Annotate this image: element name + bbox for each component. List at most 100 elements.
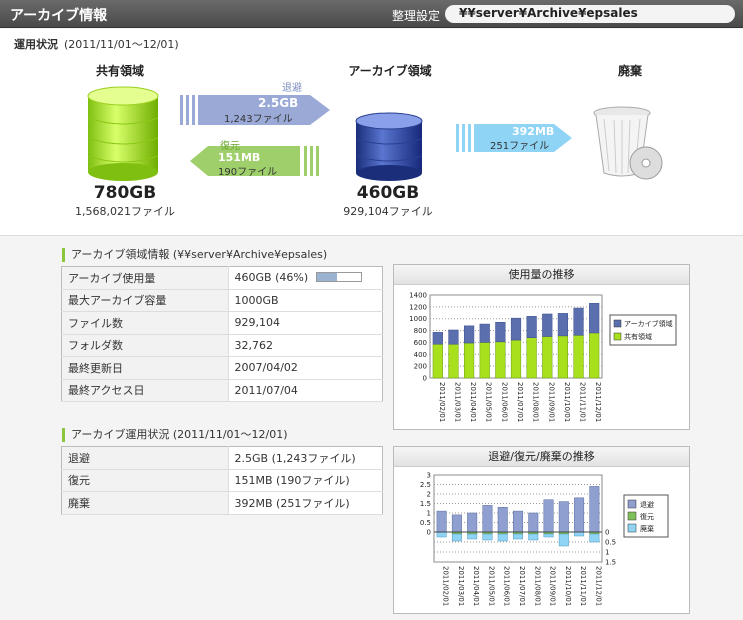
- bar-discard: [543, 533, 554, 538]
- bar-discard: [528, 533, 539, 541]
- bar-evacuate: [589, 486, 600, 533]
- row-key: 復元: [61, 469, 229, 492]
- usage-chart-title: 使用量の推移: [394, 265, 689, 285]
- bar-discard: [497, 533, 508, 542]
- table-row: 復元 151MB (190ファイル): [61, 469, 383, 492]
- row-key: フォルダ数: [61, 334, 229, 357]
- header-bar: アーカイブ情報 整理設定 ¥¥server¥Archive¥epsales: [0, 0, 743, 28]
- row-value: 929,104: [228, 311, 383, 335]
- trash-bin-icon: [593, 106, 663, 180]
- bar-archive: [589, 303, 600, 334]
- x-tick-label: 2011/05/01: [487, 566, 495, 606]
- row-value: 1000GB: [228, 289, 383, 312]
- table-row: 最終アクセス日 2011/07/04: [61, 379, 383, 402]
- bar-discard: [467, 533, 478, 540]
- row-key: アーカイブ使用量: [61, 266, 229, 290]
- usage-chart: 0 200 400 600 800 1000 1200 1400 2011/02/01 2011/…: [409, 292, 677, 422]
- bar-discard: [436, 531, 447, 538]
- status-period: (2011/11/01～12/01): [64, 38, 179, 51]
- x-tick-label: 2011/09/01: [547, 382, 555, 422]
- row-key: ファイル数: [61, 311, 229, 335]
- transfer-chart-title: 退避/復元/廃棄の推移: [394, 447, 689, 467]
- transfer-chart: 00.511.522.5300.511.52011/02/01 2011/03/0…: [420, 472, 669, 606]
- restore-label: 復元: [220, 141, 240, 152]
- legend-swatch-discard: [627, 523, 637, 533]
- row-key: 最終アクセス日: [61, 379, 229, 402]
- x-tick-label: 2011/10/01: [564, 566, 572, 606]
- bar-evacuate: [467, 512, 478, 533]
- bar-discard: [558, 533, 569, 547]
- bar-discard: [513, 533, 523, 540]
- x-tick-label: 2011/06/01: [500, 382, 508, 422]
- bar-archive: [463, 325, 475, 344]
- row-key: 廃棄: [61, 491, 229, 515]
- x-tick-label: 2011/02/01: [438, 382, 446, 422]
- y-tick-label-top: 2.5: [420, 481, 431, 489]
- row-value: 2011/07/04: [228, 379, 383, 402]
- y-tick-label-top: 2: [427, 491, 431, 499]
- bar-evacuate: [497, 507, 508, 533]
- bar-shared: [479, 342, 490, 379]
- x-tick-label: 2011/07/01: [516, 382, 524, 422]
- shared-disk-icon: [87, 86, 159, 181]
- legend-swatch-shared: [613, 332, 622, 341]
- bar-evacuate: [451, 514, 462, 533]
- bar-archive: [448, 329, 459, 345]
- disposal-title: 廃棄: [617, 64, 642, 78]
- table-row: ファイル数 929,104: [61, 311, 383, 335]
- y-tick-label-bottom: 0.5: [605, 539, 616, 547]
- y-tick-label-top: 1.5: [420, 500, 431, 508]
- bar-evacuate: [528, 512, 539, 533]
- bar-evacuate: [436, 510, 447, 533]
- usage-progress-bar: [316, 272, 363, 283]
- shared-size: 780GB: [93, 183, 157, 203]
- y-tick-label-top: 1: [427, 510, 431, 518]
- ops-info-table: 退避 2.5GB (1,243ファイル) 復元 151MB (190ファイル) 廃棄…: [61, 446, 383, 515]
- row-value: 392MB (251ファイル): [228, 491, 383, 515]
- y-tick-label: 1200: [409, 303, 427, 311]
- discard-files: 251ファイル: [490, 141, 550, 152]
- usage-progress-fill: [317, 273, 338, 282]
- archive-files: 929,104ファイル: [343, 205, 433, 218]
- archive-path-field[interactable]: ¥¥server¥Archive¥epsales: [445, 5, 735, 23]
- bar-shared: [432, 343, 443, 379]
- x-tick-label: 2011/04/01: [472, 566, 480, 606]
- x-tick-label: 2011/10/01: [563, 382, 571, 422]
- x-tick-label: 2011/09/01: [549, 566, 557, 606]
- row-value: 2007/04/02: [228, 356, 383, 380]
- bar-archive: [479, 323, 490, 343]
- bar-discard: [482, 533, 493, 541]
- archive-info-title: アーカイブ領域情報 (¥¥server¥Archive¥epsales): [62, 248, 327, 262]
- archive-size: 460GB: [356, 183, 420, 203]
- table-row: アーカイブ使用量 460GB (46%): [61, 266, 383, 290]
- legend-label-restore: 復元: [640, 512, 654, 521]
- x-tick-label: 2011/07/01: [518, 566, 526, 606]
- status-label: 運用状況: [14, 38, 58, 51]
- y-tick-label-top: 0: [427, 529, 431, 537]
- x-tick-label: 2011/06/01: [503, 566, 511, 606]
- y-tick-label-bottom: 1.5: [605, 559, 616, 567]
- legend-label-archive: アーカイブ領域: [624, 319, 673, 328]
- x-tick-label: 2011/12/01: [594, 382, 602, 422]
- bar-shared: [589, 332, 600, 379]
- x-tick-label: 2011/02/01: [442, 566, 450, 606]
- legend-label-evacuate: 退避: [640, 500, 654, 509]
- bar-shared: [573, 335, 584, 379]
- bar-shared: [557, 335, 569, 379]
- bar-evacuate: [482, 505, 493, 533]
- bar-archive: [542, 313, 553, 337]
- y-tick-label-top: 3: [427, 472, 431, 480]
- bar-shared: [463, 342, 475, 379]
- shared-files: 1,568,021ファイル: [75, 205, 175, 218]
- bar-shared: [526, 337, 537, 379]
- bar-shared: [542, 336, 553, 379]
- y-tick-label: 1400: [409, 292, 427, 300]
- x-tick-label: 2011/11/01: [579, 382, 587, 422]
- legend-swatch-evacuate: [627, 499, 637, 509]
- legend-swatch-restore: [627, 511, 637, 521]
- x-tick-label: 2011/12/01: [594, 566, 602, 606]
- row-key: 最大アーカイブ容量: [61, 289, 229, 312]
- settings-link[interactable]: 整理設定: [392, 7, 440, 24]
- bar-evacuate: [543, 499, 554, 533]
- x-tick-label: 2011/03/01: [457, 566, 465, 606]
